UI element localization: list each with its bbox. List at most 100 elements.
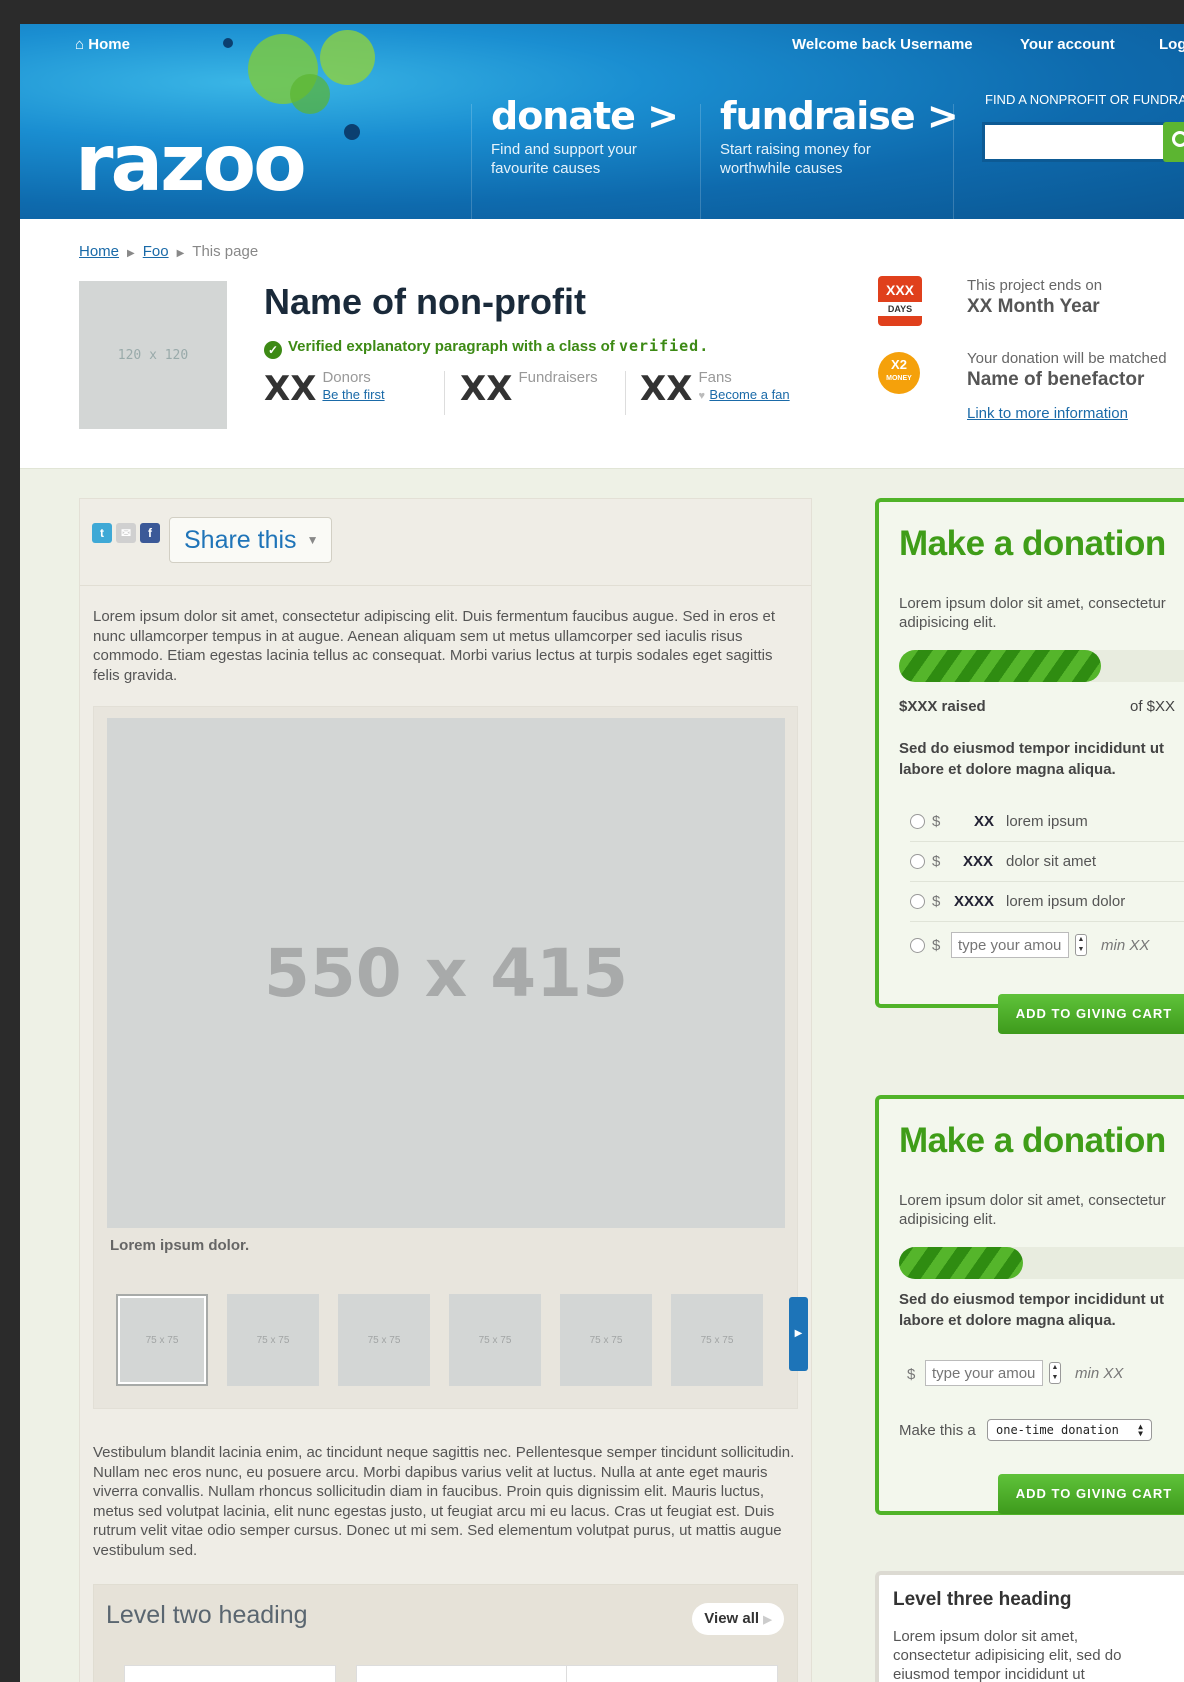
be-the-first-link[interactable]: Be the first	[322, 387, 384, 402]
share-dropdown[interactable]: Share this ▼	[169, 517, 332, 563]
search-icon	[1172, 131, 1184, 147]
breadcrumb: Home ▶ Foo ▶ This page	[79, 243, 258, 260]
donation-option[interactable]: $ XX lorem ipsum	[910, 802, 1184, 842]
verified-code: verified.	[618, 337, 710, 355]
gallery-thumbnail[interactable]: 75 x 75	[338, 1294, 430, 1386]
option-amount: XX	[974, 813, 995, 830]
chevron-right-icon: ▶	[763, 1614, 772, 1626]
logout-link[interactable]: Log	[1159, 36, 1184, 53]
view-all-button[interactable]: View all ▶	[692, 1603, 784, 1635]
gallery-next-arrow-icon[interactable]: ▶	[789, 1297, 808, 1371]
heart-icon: ♥	[698, 390, 705, 402]
gallery-thumbnail[interactable]: 75 x 75	[449, 1294, 541, 1386]
gallery-thumbnail[interactable]: 75 x 75	[671, 1294, 763, 1386]
minimum-amount: min XX	[1101, 937, 1150, 954]
paint-dot	[344, 124, 360, 140]
donation-option[interactable]: $ XXXX lorem ipsum dolor	[910, 882, 1184, 922]
hero-divider	[471, 104, 472, 219]
search-button[interactable]	[1163, 122, 1184, 162]
option-amount: XXX	[963, 853, 994, 870]
share-label: Share this	[184, 526, 297, 554]
verified-text: Verified explanatory paragraph with a cl…	[288, 338, 619, 355]
add-to-giving-cart-button[interactable]: ADD TO GIVING CART	[998, 1474, 1184, 1514]
breadcrumb-home[interactable]: Home	[79, 243, 119, 260]
donate-hero-link[interactable]: donate > Find and support your favourite…	[491, 94, 679, 178]
x2-text: X2	[891, 357, 907, 372]
razoo-logo[interactable]: razoo	[75, 119, 307, 209]
become-a-fan-link[interactable]: Become a fan	[709, 387, 789, 402]
fundraise-hero-link[interactable]: fundraise > Start raising money for wort…	[720, 94, 959, 178]
level-three-section: Level three heading Lorem ipsum dolor si…	[875, 1571, 1184, 1682]
donation-progress-track	[899, 650, 1184, 682]
level-two-card[interactable]	[566, 1665, 778, 1682]
facebook-icon[interactable]: f	[140, 523, 160, 543]
double-money-badge: X2 MONEY	[878, 352, 920, 394]
option-amount: XXXX	[954, 893, 995, 910]
custom-amount-input[interactable]	[951, 932, 1069, 958]
gallery-thumbnail[interactable]: 75 x 75	[116, 1294, 208, 1386]
donation-note: Sed do eiusmod tempor incididunt ut labo…	[899, 1291, 1164, 1329]
option-description: lorem ipsum	[1006, 813, 1088, 830]
donation-option[interactable]: $ XXX dolor sit amet	[910, 842, 1184, 882]
breadcrumb-current: This page	[192, 243, 259, 260]
days-label: DAYS	[878, 302, 922, 316]
welcome-message: Welcome back Username	[792, 36, 973, 53]
days-count: XXX	[885, 282, 914, 298]
more-information-link[interactable]: Link to more information	[967, 405, 1128, 422]
verified-paragraph: ✓ Verified explanatory paragraph with a c…	[264, 337, 709, 359]
stat-divider	[444, 371, 445, 415]
donation-option-custom[interactable]: $ ▲▼ min XX	[910, 926, 1184, 966]
project-ends-label: This project ends on	[967, 277, 1103, 294]
frequency-select[interactable]: one-time donation ▲ ▼	[987, 1419, 1152, 1441]
currency-symbol: $	[932, 937, 941, 954]
money-text: MONEY	[886, 375, 912, 382]
frequency-label: Make this a	[899, 1422, 976, 1439]
body-paragraph: Vestibulum blandit lacinia enim, ac tinc…	[93, 1444, 795, 1559]
twitter-icon[interactable]: t	[92, 523, 112, 543]
level-two-card[interactable]	[124, 1665, 336, 1682]
gallery-thumbnail[interactable]: 75 x 75	[227, 1294, 319, 1386]
stat-divider	[625, 371, 626, 415]
amount-stepper[interactable]: ▲ ▼	[1049, 1362, 1061, 1384]
frequency-value: one-time donation	[996, 1423, 1119, 1437]
donation-progress-fill	[899, 650, 1101, 682]
radio-button[interactable]	[910, 814, 925, 829]
share-bar: t ✉ f Share this ▼	[80, 499, 811, 586]
page: ⌂ Home Welcome back Username Your accoun…	[20, 24, 1184, 1682]
paint-dot	[223, 38, 233, 48]
custom-amount-input[interactable]	[925, 1360, 1043, 1386]
gallery-thumbnail[interactable]: 75 x 75	[560, 1294, 652, 1386]
hero-divider	[953, 104, 954, 219]
email-icon[interactable]: ✉	[116, 523, 136, 543]
amount-raised: $XXX raised	[899, 698, 986, 715]
amount-stepper[interactable]: ▲ ▼	[1075, 934, 1087, 956]
paint-splash	[290, 74, 330, 114]
goal-amount: of $XX	[1130, 698, 1176, 715]
breadcrumb-foo[interactable]: Foo	[143, 243, 169, 260]
donate-title: donate >	[491, 94, 679, 138]
currency-symbol: $	[932, 893, 941, 910]
main-content: t ✉ f Share this ▼ Lorem ipsum dolor sit …	[79, 498, 812, 1682]
radio-button[interactable]	[910, 938, 925, 953]
fundraise-title: fundraise >	[720, 94, 959, 138]
nonprofit-profile: Home ▶ Foo ▶ This page 120 x 120 Name of non…	[20, 219, 1184, 469]
add-to-giving-cart-button[interactable]: ADD TO GIVING CART	[998, 994, 1184, 1034]
home-nav-link[interactable]: ⌂ Home	[75, 36, 130, 53]
currency-symbol: $	[932, 813, 941, 830]
donation-title: Make a donation	[899, 1121, 1166, 1160]
breadcrumb-arrow-icon: ▶	[127, 248, 135, 259]
nonprofit-name: Name of non-profit	[264, 281, 586, 322]
find-nonprofit-input[interactable]	[982, 122, 1182, 162]
level-two-card[interactable]	[356, 1665, 568, 1682]
main-image-placeholder[interactable]: 550 x 415	[107, 718, 785, 1228]
intro-paragraph: Lorem ipsum dolor sit amet, consectetur …	[93, 608, 776, 684]
radio-button[interactable]	[910, 854, 925, 869]
radio-button[interactable]	[910, 894, 925, 909]
donation-progress-track	[899, 1247, 1184, 1279]
donors-stat: XX Donors Be the first	[264, 369, 385, 409]
chevron-down-icon: ▼	[306, 533, 319, 547]
your-account-link[interactable]: Your account	[1020, 36, 1115, 53]
option-description: lorem ipsum dolor	[1006, 893, 1126, 910]
media-gallery: 550 x 415 Lorem ipsum dolor. 75 x 75 75 …	[93, 706, 808, 1409]
match-label: Your donation will be matched	[967, 350, 1167, 367]
